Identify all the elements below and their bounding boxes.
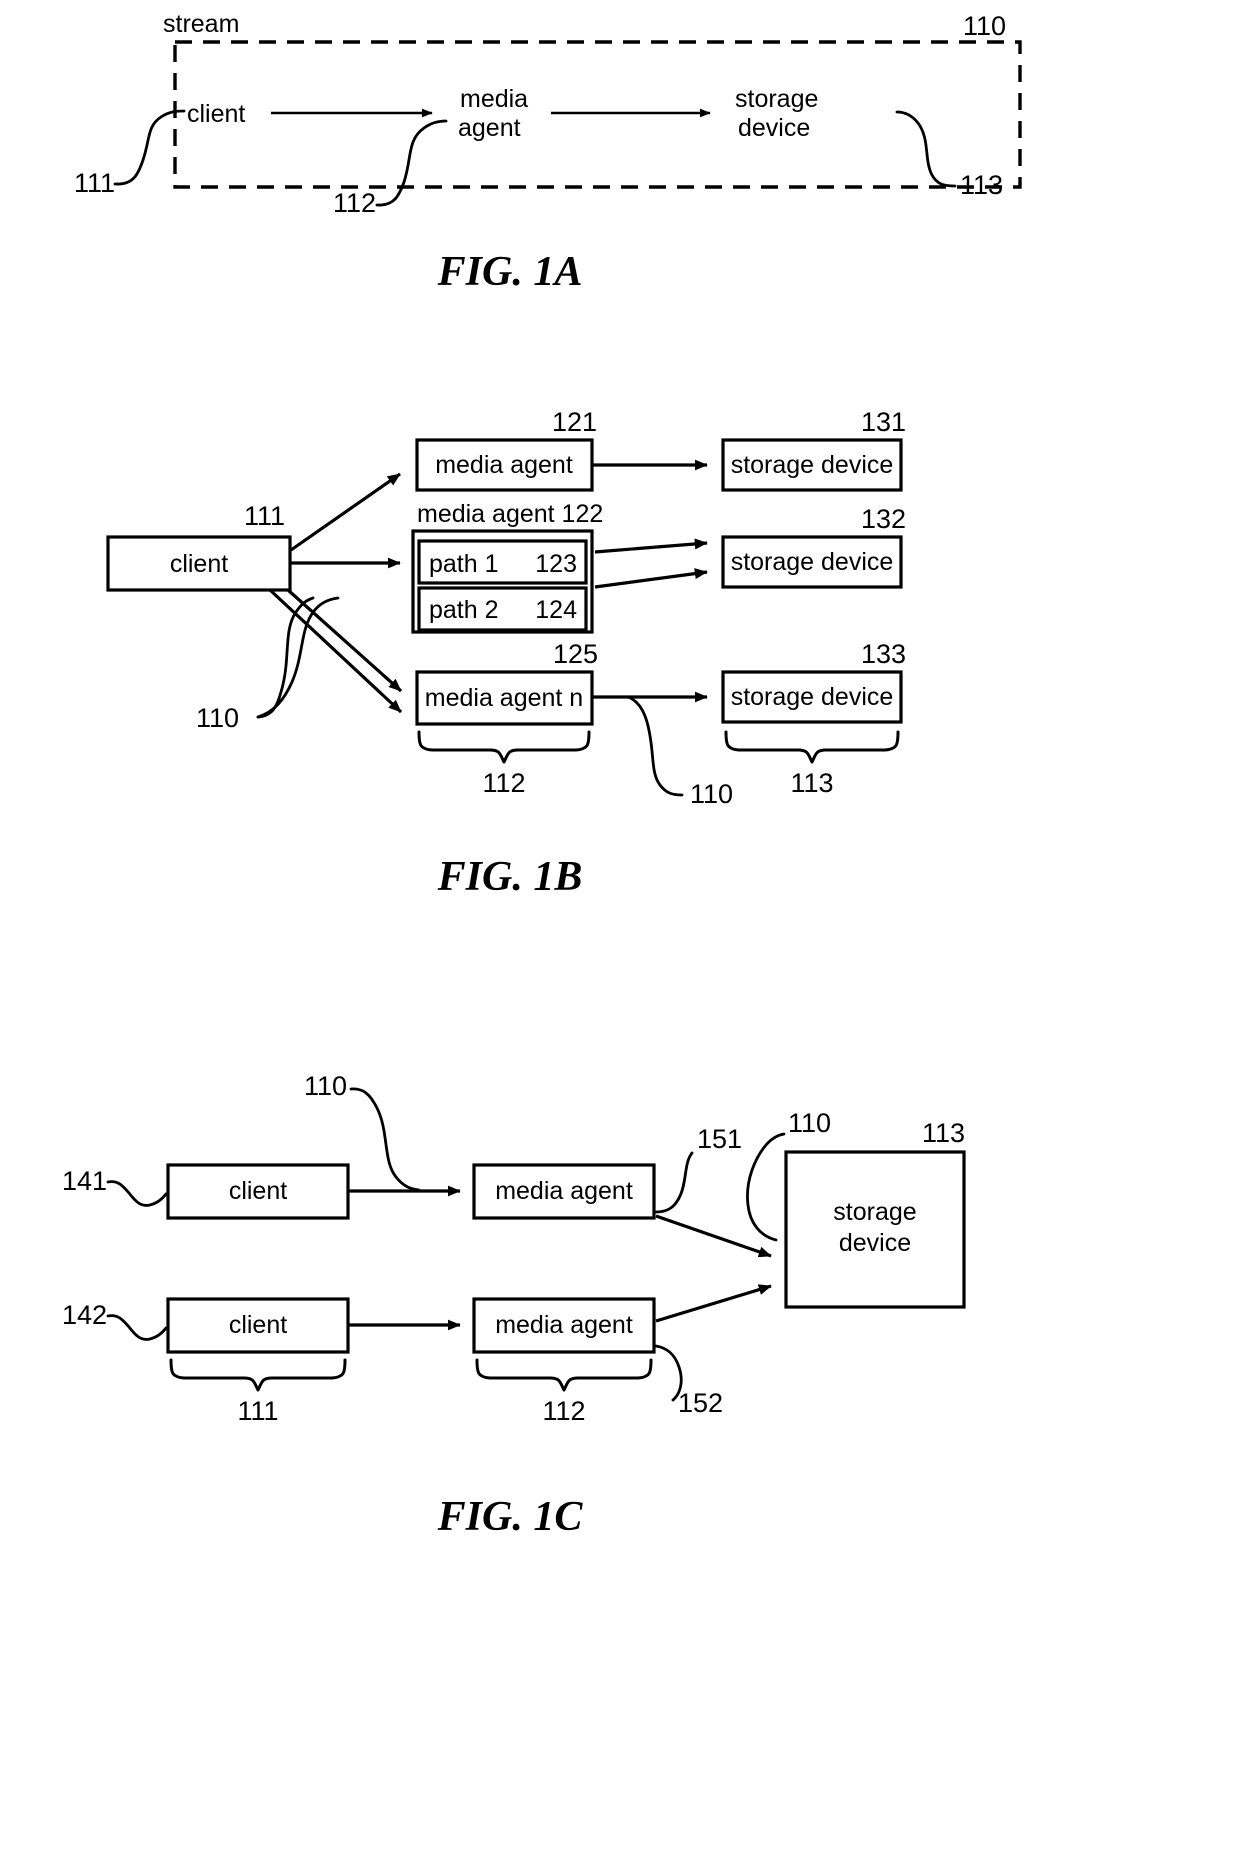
fig1b-ref-125: 125 — [553, 639, 598, 669]
stream-boundary — [173, 40, 1022, 189]
fig1b-ref-121: 121 — [552, 407, 597, 437]
figure-1c: client 141 media agent 110 151 110 clien… — [62, 1071, 966, 1540]
fig1a-media-agent-label-line2: agent — [458, 114, 521, 142]
fig1b-storage-device-133-label: storage device — [731, 683, 894, 711]
fig1c-client-142-label: client — [229, 1311, 287, 1339]
ref-113-fig1a: 113 — [960, 170, 1003, 200]
fig1b-storage-device-132-label: storage device — [731, 548, 894, 576]
fig1b-arrow-client-to-agent121 — [290, 472, 401, 552]
fig1b-arrow-client-to-agentn-a — [286, 588, 403, 693]
fig1b-storage-device-131-label: storage device — [731, 451, 894, 479]
fig1c-ref-141: 141 — [62, 1166, 107, 1196]
fig1b-ref-131: 131 — [861, 407, 906, 437]
fig1b-path-1-ref: 123 — [535, 550, 577, 578]
fig1a-caption: FIG. 1A — [437, 249, 583, 295]
fig1c-ref-142: 142 — [62, 1300, 107, 1330]
fig1b-media-agent-121-label: media agent — [435, 451, 573, 479]
fig1c-client-141-label: client — [229, 1177, 287, 1205]
fig1c-ref-110-top: 110 — [304, 1071, 347, 1101]
fig1a-media-agent-label-line1: media — [460, 85, 528, 113]
patent-figure-sheet: stream 110 client media agent storage de… — [0, 0, 1240, 1855]
fig1c-media-agent-bottom-label: media agent — [495, 1311, 633, 1339]
fig1c-caption: FIG. 1C — [437, 1494, 584, 1540]
fig1b-path-2-label: path 2 — [429, 596, 499, 624]
fig1c-media-agent-top-label: media agent — [495, 1177, 633, 1205]
fig1c-ref-151: 151 — [697, 1124, 742, 1154]
fig1c-brace-label-111: 111 — [237, 1396, 278, 1426]
fig1a-lead-113 — [895, 110, 957, 188]
fig1c-lead-110-right — [746, 1132, 786, 1242]
fig1b-lead-110-right — [626, 695, 684, 797]
fig1b-arrow-path2-to-storage132 — [594, 568, 708, 589]
fig1b-path-2-ref: 124 — [535, 596, 577, 624]
fig1c-lead-141 — [106, 1180, 168, 1207]
fig1b-client-label: client — [170, 550, 228, 578]
fig1c-lead-110-top — [349, 1087, 421, 1192]
fig1c-storage-device-label-line1: storage — [833, 1198, 916, 1226]
fig1b-media-agent-n-label: media agent n — [425, 684, 583, 712]
ref-112-fig1a: 112 — [333, 188, 376, 218]
fig1c-storage-device-label-line2: device — [839, 1229, 911, 1257]
fig1b-brace-storage-devices — [724, 730, 900, 764]
fig1b-path-1-label: path 1 — [429, 550, 499, 578]
fig1c-ref-152: 152 — [678, 1388, 723, 1418]
fig1b-brace-label-113: 113 — [790, 768, 833, 798]
fig1b-caption: FIG. 1B — [437, 854, 583, 900]
fig1b-brace-label-112: 112 — [482, 768, 525, 798]
fig1b-ref-132: 132 — [861, 504, 906, 534]
fig1c-lead-142 — [106, 1314, 168, 1341]
fig1b-ref-110-right: 110 — [690, 779, 733, 809]
fig1b-arrow-client-to-agentn-b — [268, 588, 403, 714]
ref-111-fig1a: 111 — [74, 168, 115, 198]
fig1b-media-agent-122-label: media agent 122 — [417, 500, 603, 528]
fig1b-lead-110-left — [256, 596, 315, 719]
figure-1b: client 111 media agent 121 media agent 1… — [106, 407, 906, 900]
fig1a-client-label: client — [187, 100, 245, 128]
ref-110-fig1a: 110 — [963, 11, 1006, 41]
fig1b-ref-133: 133 — [861, 639, 906, 669]
fig1b-ref-111: 111 — [244, 501, 285, 531]
fig1a-storage-device-label-line2: device — [738, 114, 810, 142]
fig1c-brace-label-112: 112 — [542, 1396, 585, 1426]
fig1c-arrow-agent-bottom-to-storage — [655, 1284, 772, 1323]
fig1b-arrow-path1-to-storage132 — [594, 538, 708, 554]
fig1c-ref-113: 113 — [922, 1118, 965, 1148]
fig1c-brace-clients — [169, 1358, 347, 1392]
fig1b-brace-media-agents — [417, 730, 591, 764]
fig1c-lead-151 — [654, 1151, 694, 1214]
fig1c-brace-media-agents — [475, 1358, 653, 1392]
fig1b-ref-110-left: 110 — [196, 703, 239, 733]
fig1a-lead-112 — [375, 119, 448, 207]
fig1a-storage-device-label-line1: storage — [735, 85, 818, 113]
fig1c-ref-110-right: 110 — [788, 1108, 831, 1138]
stream-label: stream — [163, 10, 239, 38]
figure-1a: stream 110 client media agent storage de… — [74, 10, 1022, 295]
